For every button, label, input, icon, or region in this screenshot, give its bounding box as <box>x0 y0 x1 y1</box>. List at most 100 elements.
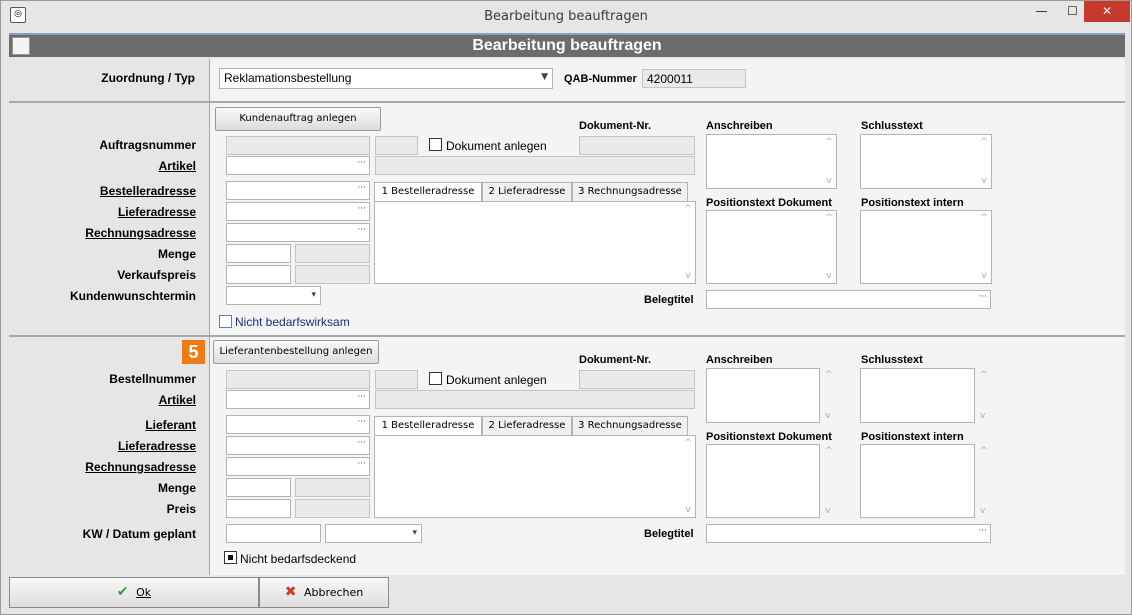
anschreiben-text[interactable]: ^ v <box>706 134 837 189</box>
auftragsnummer-label: Auftragsnummer <box>99 138 196 152</box>
checkmark-icon: ✔ <box>116 584 129 600</box>
schlusstext-text[interactable]: ^ v <box>860 134 992 189</box>
verkaufspreis-label: Verkaufspreis <box>117 268 196 282</box>
ok-button[interactable]: ✔ Ok <box>9 577 259 608</box>
scrollbar[interactable]: ^ v <box>822 211 836 283</box>
tab-rechnungsadresse[interactable]: 3 Rechnungsadresse <box>572 182 688 202</box>
datum-select[interactable]: ▾ <box>325 524 422 543</box>
ellipsis-icon[interactable]: ··· <box>357 417 366 427</box>
artikel-field-2[interactable]: ··· <box>226 390 370 409</box>
artikel-description-field-2 <box>375 390 695 409</box>
nicht-bedarfswirksam-checkbox[interactable] <box>219 315 232 328</box>
header-title: Bearbeitung beauftragen <box>472 37 662 54</box>
nicht-bedarfswirksam-label: Nicht bedarfswirksam <box>235 315 350 329</box>
nicht-bedarfsdeckend-label: Nicht bedarfsdeckend <box>240 552 357 566</box>
dokument-anlegen-checkbox-2[interactable] <box>429 372 442 385</box>
scrollbar[interactable]: ^ v <box>681 436 695 517</box>
ellipsis-icon[interactable]: ··· <box>978 526 987 536</box>
ellipsis-icon[interactable]: ··· <box>357 183 366 193</box>
dokument-anlegen-label-2: Dokument anlegen <box>446 373 547 387</box>
lieferant-field[interactable]: ··· <box>226 415 370 434</box>
artikel-label[interactable]: Artikel <box>21 159 196 173</box>
belegtitel-label-2: Belegtitel <box>644 528 694 540</box>
rechnungsadresse-field-2[interactable]: ··· <box>226 457 370 476</box>
bestelleradresse-field[interactable]: ··· <box>226 181 370 200</box>
dokument-anlegen-checkbox[interactable] <box>429 138 442 151</box>
bestelleradresse-label[interactable]: Bestelleradresse <box>21 184 196 198</box>
menge-label: Menge <box>157 247 196 261</box>
ellipsis-icon[interactable]: ··· <box>357 459 366 469</box>
lieferadresse-field[interactable]: ··· <box>226 202 370 221</box>
tab-bestelleradresse[interactable]: 1 Bestelleradresse <box>374 182 482 202</box>
preis-field[interactable] <box>226 499 291 518</box>
menge-unit-field-2 <box>295 478 370 497</box>
close-button[interactable]: ✕ <box>1084 1 1130 22</box>
scrollbar[interactable]: ^ v <box>681 202 695 283</box>
lieferadresse-label-2[interactable]: Lieferadresse <box>21 439 196 453</box>
menge-field-2[interactable] <box>226 478 291 497</box>
dokument-nr-field <box>579 136 695 155</box>
belegtitel-field[interactable]: ··· <box>706 290 991 309</box>
rechnungsadresse-field[interactable]: ··· <box>226 223 370 242</box>
verkaufspreis-field[interactable] <box>226 265 291 284</box>
lieferant-label[interactable]: Lieferant <box>21 418 196 432</box>
belegtitel-field-2[interactable]: ··· <box>706 524 991 543</box>
artikel-description-field <box>375 156 695 175</box>
dokument-nr-label: Dokument-Nr. <box>579 120 652 132</box>
positionstext-dokument-text[interactable]: ^ v <box>706 210 837 284</box>
positionstext-intern-text-2[interactable] <box>860 444 975 518</box>
ellipsis-icon[interactable]: ··· <box>357 204 366 214</box>
ellipsis-icon[interactable]: ··· <box>978 292 987 302</box>
ellipsis-icon[interactable]: ··· <box>357 392 366 402</box>
kundenwunschtermin-select[interactable]: ▾ <box>226 286 321 305</box>
kundenauftrag-button[interactable]: Kundenauftrag anlegen <box>215 107 381 131</box>
anschreiben-label-2: Anschreiben <box>706 354 773 366</box>
scrollbar[interactable]: ^ v <box>977 211 991 283</box>
lieferadresse-label[interactable]: Lieferadresse <box>21 205 196 219</box>
address-text-area[interactable]: ^ v <box>374 201 696 284</box>
artikel-label-2[interactable]: Artikel <box>21 393 196 407</box>
lieferantenbestellung-button[interactable]: Lieferantenbestellung anlegen <box>213 340 379 364</box>
menge-label-2: Menge <box>157 481 196 495</box>
rechnungsadresse-label[interactable]: Rechnungsadresse <box>21 226 196 240</box>
cancel-label: Abbrechen <box>303 586 364 599</box>
zuordnung-select[interactable]: Reklamationsbestellung ▼ <box>219 68 553 89</box>
qab-value: 4200011 <box>647 72 693 86</box>
scrollbar[interactable]: ^ v <box>822 135 836 188</box>
ellipsis-icon[interactable]: ··· <box>357 158 366 168</box>
scrollbar[interactable]: ^ v <box>822 368 836 423</box>
positionstext-dokument-text-2[interactable] <box>706 444 820 518</box>
menge-unit-field <box>295 244 370 263</box>
scrollbar[interactable]: ^ v <box>977 368 991 423</box>
tab-bestelleradresse-2[interactable]: 1 Bestelleradresse <box>374 416 482 436</box>
scrollbar[interactable]: ^ v <box>977 444 991 518</box>
checkbox-fill-icon <box>228 555 233 560</box>
rechnungsadresse-label-2[interactable]: Rechnungsadresse <box>21 460 196 474</box>
bestellnummer-field <box>226 370 370 389</box>
cancel-button[interactable]: ✖ Abbrechen <box>259 577 389 608</box>
label-column <box>9 59 209 575</box>
ellipsis-icon[interactable]: ··· <box>357 225 366 235</box>
tab-lieferadresse[interactable]: 2 Lieferadresse <box>482 182 572 202</box>
nicht-bedarfsdeckend-checkbox[interactable] <box>224 551 237 564</box>
lieferadresse-field-2[interactable]: ··· <box>226 436 370 455</box>
scrollbar[interactable]: ^ v <box>822 444 836 518</box>
ellipsis-icon[interactable]: ··· <box>357 438 366 448</box>
minimize-button[interactable]: — <box>1026 1 1057 22</box>
auftragsnummer-field <box>226 136 370 155</box>
positionstext-dokument-label-2: Positionstext Dokument <box>706 431 832 443</box>
kw-field[interactable] <box>226 524 321 543</box>
address-text-area-2[interactable]: ^ v <box>374 435 696 518</box>
schlusstext-text-2[interactable] <box>860 368 975 423</box>
dokument-nr-label-2: Dokument-Nr. <box>579 354 652 366</box>
step-badge: 5 <box>182 340 205 364</box>
tab-rechnungsadresse-2[interactable]: 3 Rechnungsadresse <box>572 416 688 436</box>
positionstext-intern-text[interactable]: ^ v <box>860 210 992 284</box>
scrollbar[interactable]: ^ v <box>977 135 991 188</box>
menge-field[interactable] <box>226 244 291 263</box>
tab-lieferadresse-2[interactable]: 2 Lieferadresse <box>482 416 572 436</box>
window-title: Bearbeitung beauftragen <box>484 9 648 24</box>
dialog-header: Bearbeitung beauftragen <box>9 33 1125 57</box>
anschreiben-text-2[interactable] <box>706 368 820 423</box>
artikel-field[interactable]: ··· <box>226 156 370 175</box>
